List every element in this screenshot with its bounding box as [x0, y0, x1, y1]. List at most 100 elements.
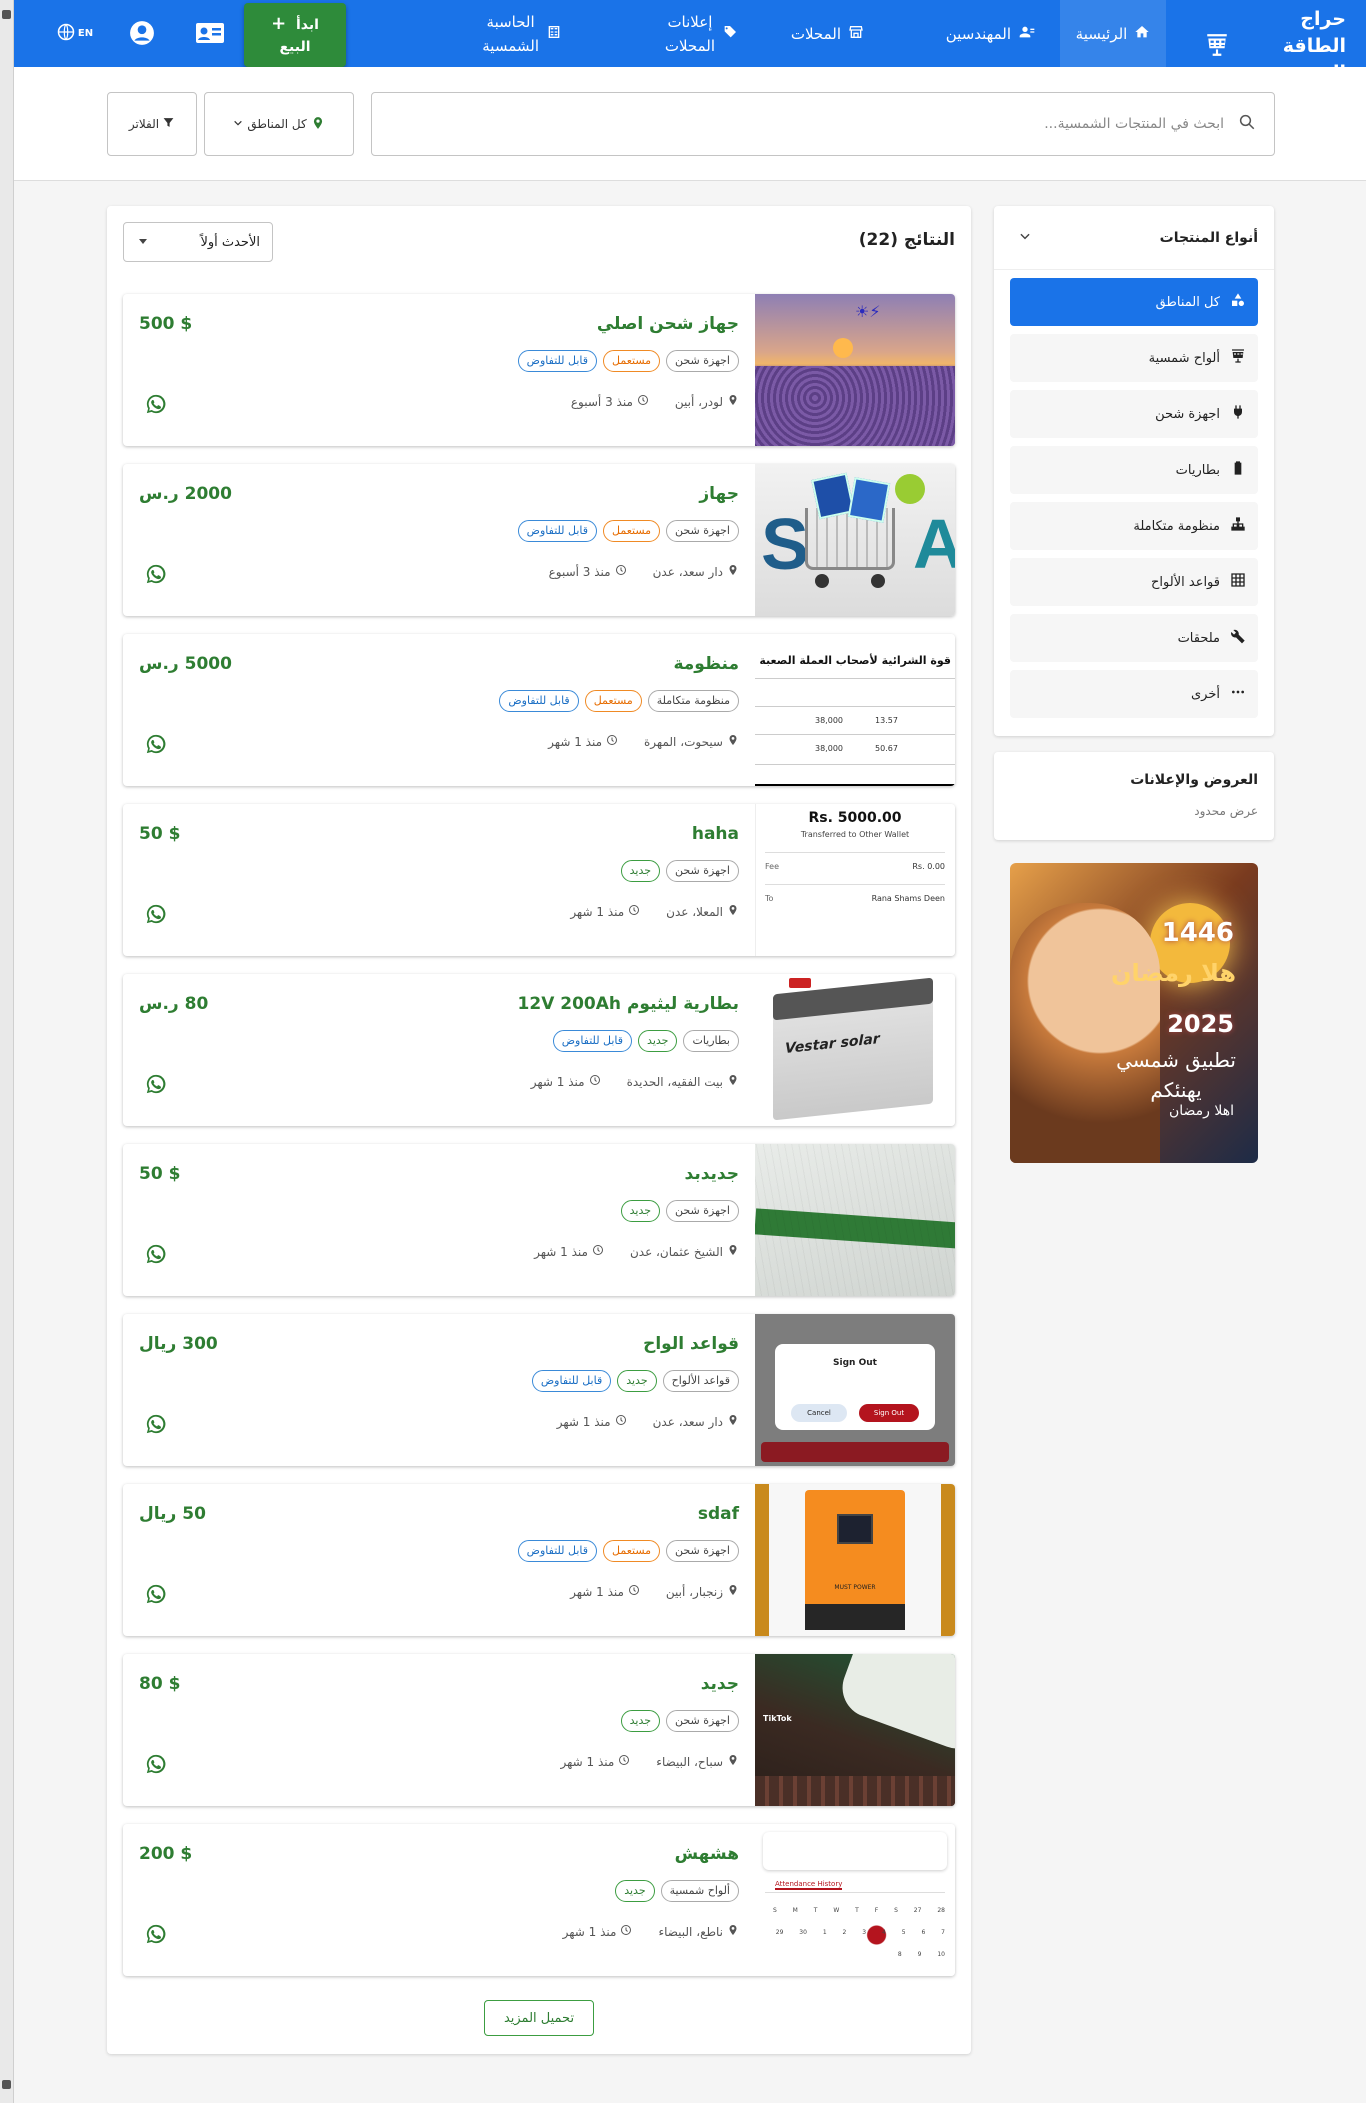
nav-home[interactable]: الرئيسية — [1060, 0, 1166, 67]
listing-image[interactable]: Sign Out Cancel Sign Out — [755, 1314, 955, 1466]
listing-card[interactable]: Sign Out Cancel Sign Out قواعد الواح 300 … — [123, 1314, 955, 1466]
listing-title[interactable]: haha — [692, 824, 739, 844]
listing-card[interactable]: MUST POWER sdaf 50 ريال اجهزة شحن مستعمل قاب… — [123, 1484, 955, 1636]
listing-title[interactable]: هشهش — [675, 1844, 739, 1864]
listing-image[interactable]: MUST POWER — [755, 1484, 955, 1636]
clock-icon — [589, 1074, 601, 1089]
listing-card[interactable]: Vestar solar بطارية ليثيوم 12V 200Ah 80 ر… — [123, 974, 955, 1126]
nav-stores[interactable]: المحلات — [791, 0, 864, 67]
listing-price: $ 50 — [139, 1164, 181, 1184]
whatsapp-icon[interactable] — [145, 1243, 167, 1265]
listing-title[interactable]: منظومة — [673, 654, 739, 674]
start-selling-button[interactable]: ابدأ + البيع — [244, 3, 346, 67]
category-solar-panels[interactable]: ألواح شمسية — [1010, 334, 1258, 382]
listing-card[interactable]: جديدبد $ 50 اجهزة شحن جديد الشيخ عثمان، عدن م… — [123, 1144, 955, 1296]
listing-title[interactable]: sdaf — [698, 1504, 739, 1524]
listing-tag: قابل للتفاوض — [531, 1370, 612, 1392]
whatsapp-icon[interactable] — [145, 903, 167, 925]
location-pin-icon — [727, 1754, 739, 1769]
listing-location: ناطع، البيضاء — [658, 1924, 739, 1939]
listing-tags: ألواح شمسية جديد — [615, 1880, 739, 1902]
engineers-icon — [1018, 24, 1036, 44]
listing-title[interactable]: بطارية ليثيوم 12V 200Ah — [518, 994, 739, 1014]
account-icon[interactable] — [125, 16, 159, 50]
listing-card[interactable]: Attendance History S M T W T F S 27 28 2… — [123, 1824, 955, 1976]
solar-panel-icon — [1230, 348, 1246, 368]
category-chargers[interactable]: اجهزة شحن — [1010, 390, 1258, 438]
category-panel-mounts[interactable]: قواعد الألواح — [1010, 558, 1258, 606]
id-card-icon[interactable] — [193, 16, 227, 50]
search-placeholder: ابحث في المنتجات الشمسية... — [1044, 116, 1224, 132]
whatsapp-icon[interactable] — [145, 563, 167, 585]
nav-home-label: الرئيسية — [1075, 24, 1128, 43]
nav-calculator-label-1: الحاسبة — [486, 12, 535, 31]
banner-message: تطبيق شمسي يهنئكم — [1116, 1048, 1236, 1102]
gutter-handle[interactable] — [2, 2080, 11, 2089]
listing-card[interactable]: TikTok جديد $ 80 اجهزة شحن جديد سباح، البيضا… — [123, 1654, 955, 1806]
network-icon — [1230, 516, 1246, 536]
listing-card[interactable]: قوة الشرائية لأصحاب العملة الصعبة 38,000… — [123, 634, 955, 786]
gutter-handle[interactable] — [2, 10, 11, 19]
whatsapp-icon[interactable] — [145, 393, 167, 415]
listing-time: منذ 1 شهر — [557, 1414, 627, 1429]
load-more-button[interactable]: تحميل المزيد — [484, 2000, 594, 2036]
category-all[interactable]: كل المناطق — [1010, 278, 1258, 326]
listing-image[interactable]: S A — [755, 464, 955, 616]
listing-location: الشيخ عثمان، عدن — [630, 1244, 739, 1259]
clock-icon — [592, 1244, 604, 1259]
listing-time: منذ 1 شهر — [531, 1074, 601, 1089]
listing-image[interactable]: Vestar solar — [755, 974, 955, 1126]
listing-tag: مستعمل — [603, 520, 661, 542]
language-switch[interactable]: EN — [52, 16, 98, 50]
whatsapp-icon[interactable] — [145, 1583, 167, 1605]
listing-card[interactable]: S A جهاز 2000 ر.س اجهزة شحن مستعمل قابل للتف… — [123, 464, 955, 616]
nav-engineers[interactable]: المهندسين — [946, 0, 1036, 67]
product-types-header[interactable]: أنواع المنتجات — [994, 206, 1274, 270]
listing-time: منذ 1 شهر — [570, 904, 640, 919]
filters-button[interactable]: الفلاتر — [107, 92, 197, 156]
search-input[interactable]: ابحث في المنتجات الشمسية... — [371, 92, 1275, 156]
listing-tag: بطاريات — [683, 1030, 739, 1052]
category-systems[interactable]: منظومة متكاملة — [1010, 502, 1258, 550]
listing-title[interactable]: جهاز شحن اصلي — [597, 314, 739, 334]
clock-icon — [620, 1924, 632, 1939]
category-other[interactable]: أخرى — [1010, 670, 1258, 718]
listing-title[interactable]: جديدبد — [685, 1164, 739, 1184]
listing-image[interactable]: Attendance History S M T W T F S 27 28 2… — [755, 1824, 955, 1976]
listing-title[interactable]: جهاز — [699, 484, 739, 504]
shapes-icon — [1230, 292, 1246, 312]
nav-calculator[interactable]: الحاسبة الشمسية — [482, 0, 562, 67]
listing-time: منذ 1 شهر — [563, 1924, 633, 1939]
more-icon — [1230, 684, 1246, 704]
listing-card[interactable]: ⚡☀ جهاز شحن اصلي $ 500 اجهزة شحن مستعمل قابل… — [123, 294, 955, 446]
nav-store-ads-label-1: إعلانات — [667, 12, 713, 31]
listing-image[interactable]: TikTok — [755, 1654, 955, 1806]
whatsapp-icon[interactable] — [145, 1923, 167, 1945]
listing-meta: ناطع، البيضاء منذ 1 شهر — [563, 1924, 739, 1939]
whatsapp-icon[interactable] — [145, 1413, 167, 1435]
listing-image[interactable]: قوة الشرائية لأصحاب العملة الصعبة 38,000… — [755, 634, 955, 786]
banner-caption: اهلا رمضان — [1168, 1103, 1234, 1119]
calculator-icon — [546, 24, 562, 44]
whatsapp-icon[interactable] — [145, 733, 167, 755]
category-batteries[interactable]: بطاريات — [1010, 446, 1258, 494]
listing-image[interactable] — [755, 1144, 955, 1296]
category-accessories[interactable]: ملحقات — [1010, 614, 1258, 662]
listing-title[interactable]: جديد — [701, 1674, 739, 1694]
category-label: ألواح شمسية — [1148, 350, 1220, 366]
listing-image[interactable]: ⚡☀ — [755, 294, 955, 446]
offers-panel: العروض والإعلانات عرض محدود — [994, 752, 1274, 840]
nav-store-ads[interactable]: إعلانات المحلات — [665, 0, 738, 67]
whatsapp-icon[interactable] — [145, 1073, 167, 1095]
area-select[interactable]: كل المناطق — [204, 92, 354, 156]
listing-card[interactable]: Rs. 5000.00 Transferred to Other Wallet … — [123, 804, 955, 956]
ramadan-banner[interactable]: 1446 هلا رمضان 2025 تطبيق شمسي يهنئكم اهل… — [1010, 863, 1258, 1163]
listing-title[interactable]: قواعد الواح — [643, 1334, 739, 1354]
whatsapp-icon[interactable] — [145, 1753, 167, 1775]
plus-icon: + — [271, 13, 287, 34]
plug-icon — [1230, 404, 1246, 424]
load-more-label: تحميل المزيد — [503, 2010, 575, 2026]
sort-select[interactable]: الأحدث أولاً — [123, 222, 273, 262]
listing-meta: بيت الفقيه، الحديدة منذ 1 شهر — [531, 1074, 739, 1089]
listing-image[interactable]: Rs. 5000.00 Transferred to Other Wallet … — [755, 804, 955, 956]
